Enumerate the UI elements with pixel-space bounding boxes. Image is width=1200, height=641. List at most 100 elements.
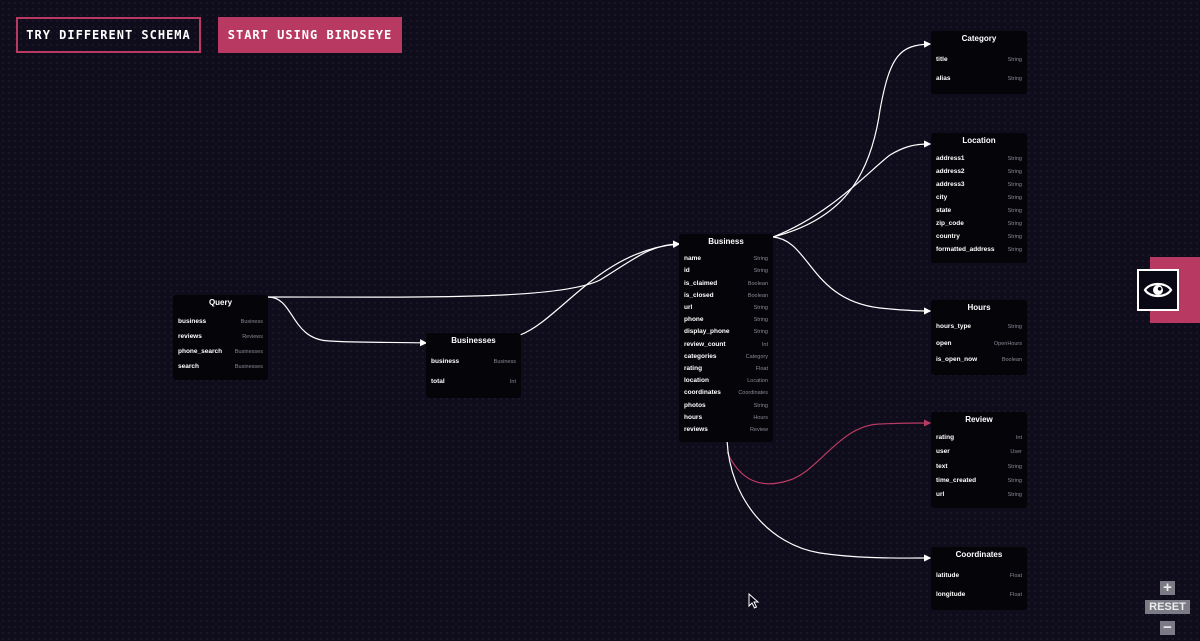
field-name: rating — [684, 364, 703, 372]
field-type: Businesses — [234, 363, 263, 370]
field-name: review_count — [684, 340, 726, 348]
node-review[interactable]: Review rating Int user User text String time_cr… — [931, 412, 1027, 508]
field-row[interactable]: title String — [936, 55, 1022, 65]
field-type: Boolean — [747, 280, 768, 287]
field-row[interactable]: open OpenHours — [936, 339, 1022, 349]
edge-business-coordinates — [726, 439, 932, 562]
field-type: Business — [493, 359, 516, 365]
zoom-out-button[interactable]: − — [1160, 620, 1175, 635]
field-row[interactable]: text String — [936, 462, 1022, 472]
field-row[interactable]: address1 String — [936, 154, 1022, 164]
toggle-view-button[interactable] — [1137, 269, 1179, 311]
node-title: Review — [965, 415, 993, 424]
field-row[interactable]: id String — [684, 266, 768, 276]
node-title: Hours — [967, 303, 991, 312]
field-row[interactable]: hours_type String — [936, 322, 1022, 332]
field-row[interactable]: city String — [936, 193, 1022, 203]
field-row[interactable]: categories Category — [684, 352, 768, 362]
field-row[interactable]: time_created String — [936, 476, 1022, 486]
field-type: OpenHours — [993, 340, 1022, 347]
field-row[interactable]: review_count Int — [684, 340, 768, 350]
field-row[interactable]: url String — [684, 303, 768, 313]
field-type: String — [1007, 194, 1022, 201]
node-title: Businesses — [451, 336, 496, 345]
node-category[interactable]: Category title String alias String — [931, 31, 1027, 94]
edge-query-businesses — [267, 296, 428, 347]
field-name: address2 — [936, 167, 965, 175]
field-name: time_created — [936, 476, 977, 484]
field-type: Float — [1009, 572, 1022, 579]
field-row[interactable]: name String — [684, 254, 768, 264]
field-name: longitude — [936, 590, 966, 598]
node-business[interactable]: Business name String id String is_claimed Bool… — [679, 234, 773, 442]
field-row[interactable]: url String — [936, 490, 1022, 500]
field-row[interactable]: business Business — [178, 317, 263, 327]
field-name: latitude — [936, 571, 960, 579]
field-row[interactable]: address3 String — [936, 180, 1022, 190]
field-row[interactable]: country String — [936, 232, 1022, 242]
field-type: String — [1007, 56, 1022, 63]
node-businesses[interactable]: Businesses business Business total Int — [426, 333, 521, 398]
field-name: address3 — [936, 180, 965, 188]
field-row[interactable]: location Location — [684, 376, 768, 386]
field-type: String — [753, 268, 768, 275]
edge-query-business — [267, 240, 681, 298]
field-row[interactable]: reviews Reviews — [178, 332, 263, 342]
field-row[interactable]: zip_code String — [936, 219, 1022, 229]
zoom-reset-button[interactable]: RESET — [1145, 600, 1190, 614]
field-row[interactable]: display_phone String — [684, 327, 768, 337]
field-type: String — [1007, 234, 1022, 241]
field-name: business — [431, 358, 460, 365]
field-name: display_phone — [684, 328, 730, 336]
eye-icon — [1143, 282, 1173, 298]
zoom-in-button[interactable]: + — [1160, 580, 1175, 595]
field-type: Int — [761, 341, 768, 348]
field-name: formatted_address — [936, 246, 995, 254]
field-type: Business — [240, 318, 263, 325]
field-row[interactable]: photos String — [684, 401, 768, 411]
field-row[interactable]: address2 String — [936, 167, 1022, 177]
field-name: coordinates — [684, 389, 721, 397]
node-hours[interactable]: Hours hours_type String open OpenHours is_ope… — [931, 300, 1027, 375]
field-type: Review — [749, 426, 768, 433]
edge-business-hours — [772, 236, 932, 315]
field-row[interactable]: longitude Float — [936, 590, 1022, 600]
field-row[interactable]: reviews Review — [684, 425, 768, 435]
node-location[interactable]: Location address1 String address2 String addr… — [931, 133, 1027, 263]
field-row[interactable]: user User — [936, 447, 1022, 457]
node-query[interactable]: Query business Business reviews Reviews phone… — [173, 295, 268, 380]
field-row[interactable]: latitude Float — [936, 571, 1022, 581]
field-name: is_closed — [684, 291, 714, 299]
field-row[interactable]: is_open_now Boolean — [936, 355, 1022, 365]
node-title: Category — [961, 34, 997, 43]
field-name: text — [936, 462, 948, 470]
field-type: Location — [747, 378, 768, 385]
field-row[interactable]: business Business — [431, 357, 516, 367]
field-type: User — [1010, 449, 1022, 456]
field-name: title — [936, 55, 948, 63]
field-type: String — [1007, 221, 1022, 228]
field-row[interactable]: state String — [936, 206, 1022, 216]
field-name: city — [936, 193, 948, 201]
field-row[interactable]: rating Int — [936, 433, 1022, 443]
node-coordinates[interactable]: Coordinates latitude Float longitude Float — [931, 547, 1027, 610]
field-row[interactable]: phone_search Businesses — [178, 347, 263, 357]
field-type: String — [1007, 463, 1022, 470]
field-row[interactable]: coordinates Coordinates — [684, 388, 768, 398]
field-row[interactable]: hours Hours — [684, 413, 768, 423]
field-row[interactable]: phone String — [684, 315, 768, 325]
field-type: String — [1007, 155, 1022, 162]
field-type: Hours — [753, 414, 768, 421]
field-name: open — [936, 339, 952, 347]
field-row[interactable]: is_closed Boolean — [684, 291, 768, 301]
field-type: Int — [509, 379, 516, 385]
field-row[interactable]: total Int — [431, 377, 516, 387]
field-name: zip_code — [936, 220, 964, 228]
field-row[interactable]: search Businesses — [178, 362, 263, 372]
field-row[interactable]: rating Float — [684, 364, 768, 374]
field-row[interactable]: formatted_address String — [936, 245, 1022, 255]
field-type: String — [1007, 491, 1022, 498]
field-row[interactable]: alias String — [936, 74, 1022, 84]
field-row[interactable]: is_claimed Boolean — [684, 279, 768, 289]
field-type: Reviews — [242, 333, 263, 340]
